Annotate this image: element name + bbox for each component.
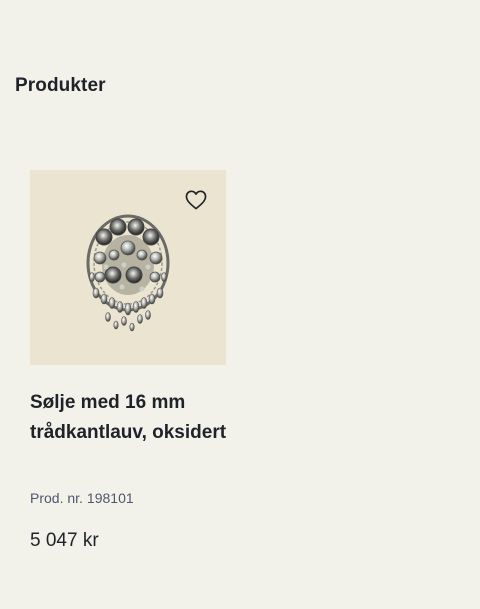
product-number: Prod. nr. 198101 [30, 490, 134, 506]
heart-outline-icon [185, 190, 207, 210]
product-image[interactable] [30, 170, 226, 365]
product-price: 5 047 kr [30, 530, 99, 551]
brooch-image [86, 214, 170, 331]
section-title: Produkter [15, 75, 106, 96]
favorite-button[interactable] [184, 188, 208, 212]
product-name[interactable]: Sølje med 16 mm trådkantlauv, oksidert [30, 388, 230, 448]
product-card[interactable]: Sølje med 16 mm trådkantlauv, oksidert P… [30, 170, 226, 551]
product-number-label: Prod. nr. [30, 490, 83, 506]
product-number-value: 198101 [86, 490, 134, 506]
